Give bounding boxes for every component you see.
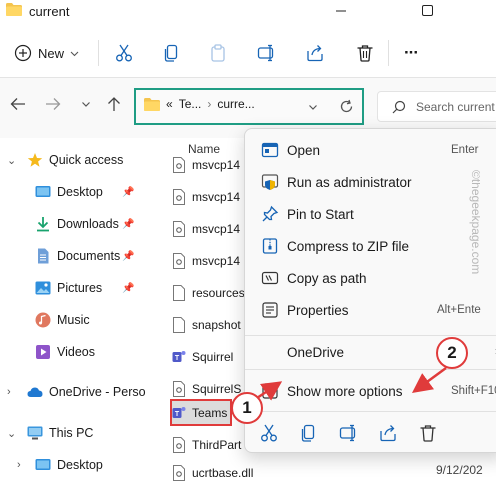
watermark: ©thegeekpage.com [469, 170, 480, 274]
arrow-to-show-more-options [411, 366, 447, 393]
watermark-text: ©thegeekpage.com [469, 170, 480, 274]
callout-step-1: 1 [231, 392, 263, 424]
